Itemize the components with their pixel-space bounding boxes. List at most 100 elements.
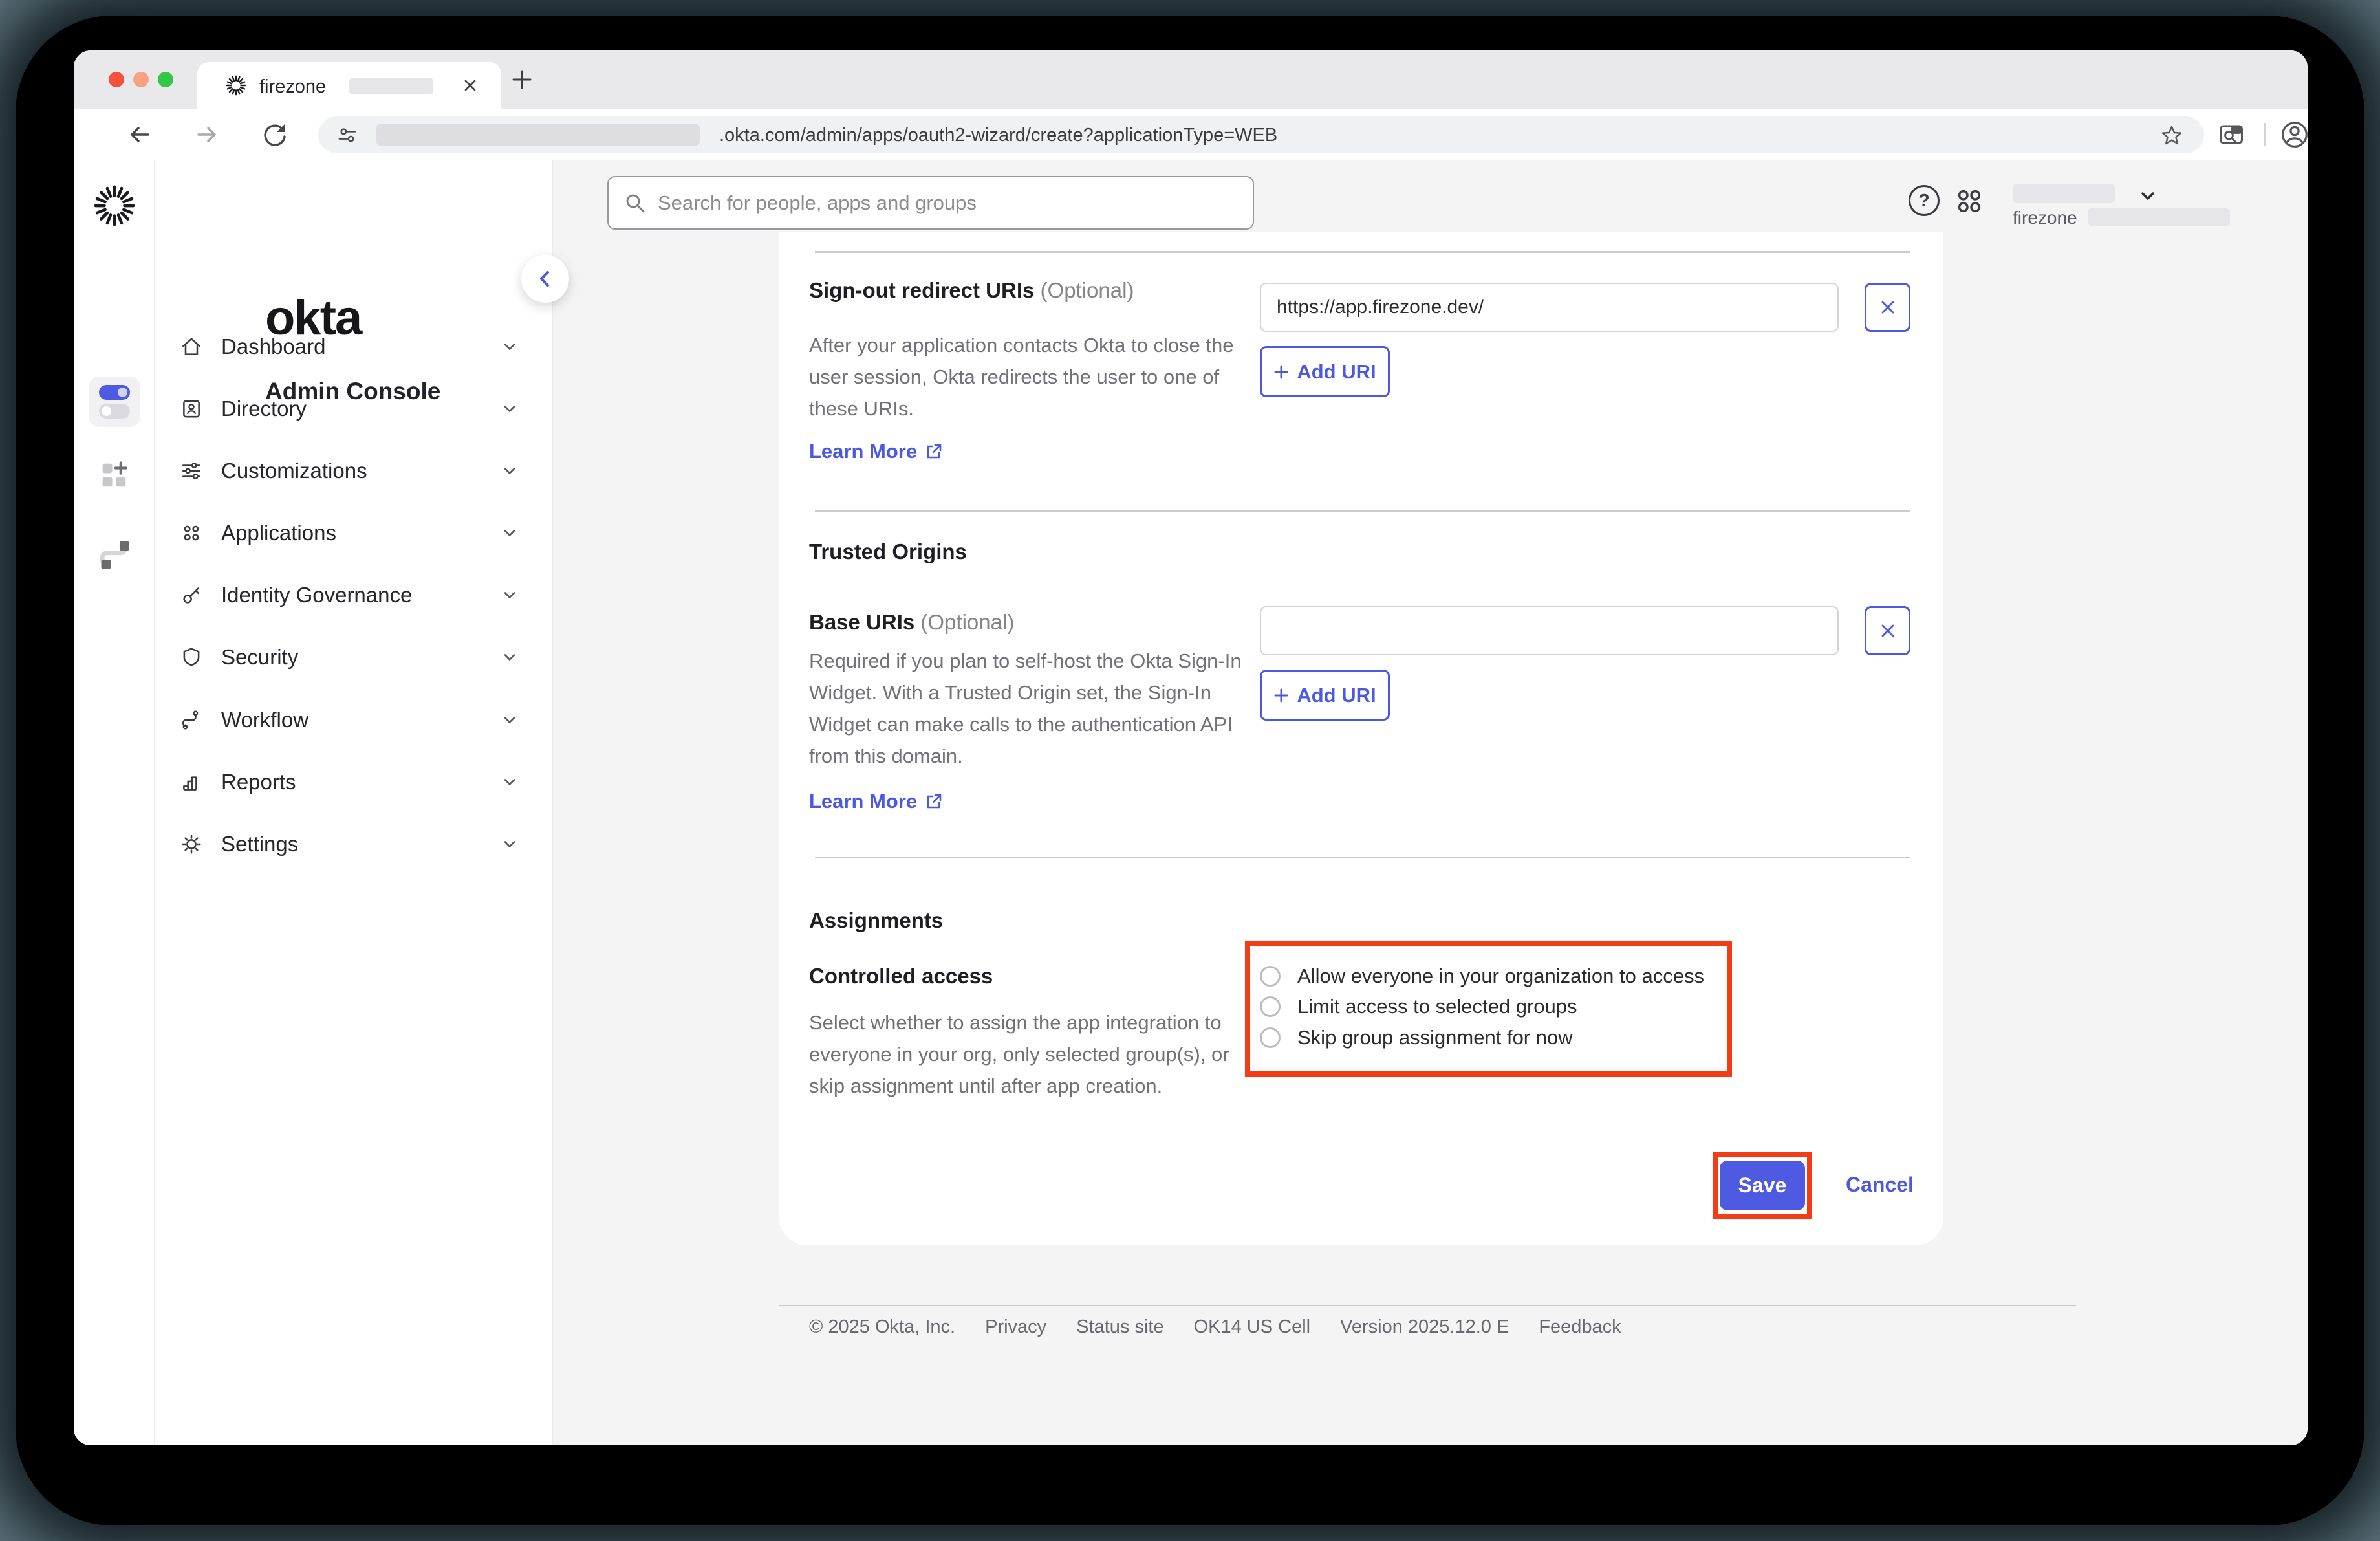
sidebar-item-label: Dashboard — [221, 334, 501, 359]
radio-option-skip-assignment[interactable]: Skip group assignment for now — [1260, 1025, 1573, 1050]
base-uri-remove-button[interactable] — [1865, 606, 1910, 655]
sidebar-item-applications[interactable]: Applications — [180, 514, 534, 552]
chevron-down-icon — [501, 835, 519, 853]
signout-uri-input[interactable] — [1260, 283, 1839, 332]
signout-uri-remove-button[interactable] — [1865, 283, 1910, 332]
app-settings-card: Sign-out redirect URIs (Optional) After … — [779, 232, 1943, 1245]
sidebar-item-label: Security — [221, 645, 501, 670]
sidebar-item-label: Workflow — [221, 708, 501, 732]
app-switch-rail — [74, 160, 155, 1445]
url-text: .okta.com/admin/apps/oauth2-wizard/creat… — [719, 125, 1277, 146]
footer-status-site-link[interactable]: Status site — [1076, 1317, 1163, 1338]
chevron-down-icon — [2138, 186, 2158, 206]
radio-icon[interactable] — [1260, 996, 1281, 1017]
toggle-off-icon — [99, 404, 130, 419]
footer-feedback-link[interactable]: Feedback — [1539, 1317, 1621, 1338]
sidebar-item-identity-governance[interactable]: Identity Governance — [180, 576, 534, 615]
help-icon: ? — [1909, 185, 1940, 216]
account-org-label: firezone — [2013, 208, 2077, 228]
radio-option-limit-groups[interactable]: Limit access to selected groups — [1260, 994, 1577, 1019]
rail-item-workflows-icon[interactable] — [98, 538, 131, 571]
toolbar-divider — [2264, 123, 2266, 146]
search-input[interactable] — [658, 191, 1214, 215]
sidebar-item-icon — [180, 708, 203, 732]
chevron-left-icon — [536, 269, 555, 289]
global-search[interactable] — [607, 176, 1254, 230]
plus-icon — [1273, 688, 1289, 703]
reload-icon[interactable] — [261, 122, 287, 148]
sidebar-item-directory[interactable]: Directory — [180, 389, 534, 428]
rail-item-admin-console-active[interactable] — [89, 377, 140, 427]
window-close-button[interactable] — [109, 72, 124, 87]
sidebar-item-icon — [180, 459, 203, 483]
base-uris-description: Required if you plan to self-host the Ok… — [809, 645, 1255, 772]
base-uri-input[interactable] — [1260, 606, 1839, 655]
assignments-heading: Assignments — [809, 908, 943, 933]
signout-learn-more-link[interactable]: Learn More — [809, 440, 943, 463]
external-link-icon — [925, 792, 943, 811]
browser-toolbar: .okta.com/admin/apps/oauth2-wizard/creat… — [74, 109, 2308, 160]
app-grid-icon[interactable] — [1954, 186, 1984, 216]
close-x-icon — [1879, 622, 1896, 639]
base-uris-label: Base URIs (Optional) — [809, 610, 1014, 635]
footer-cell-label: OK14 US Cell — [1194, 1317, 1311, 1338]
sidebar-item-icon — [180, 521, 203, 545]
controlled-access-description: Select whether to assign the app integra… — [809, 1007, 1236, 1102]
toggle-on-icon — [99, 385, 130, 400]
chevron-down-icon — [501, 524, 519, 542]
sidebar-item-icon — [180, 584, 203, 607]
radio-icon[interactable] — [1260, 1027, 1281, 1048]
sidebar-item-label: Applications — [221, 521, 501, 545]
trusted-add-uri-button[interactable]: Add URI — [1260, 670, 1390, 721]
trusted-origins-heading: Trusted Origins — [809, 540, 967, 564]
url-redacted — [376, 124, 700, 146]
forward-icon[interactable] — [194, 122, 220, 148]
sidebar-item-settings[interactable]: Settings — [180, 825, 534, 864]
back-icon[interactable] — [127, 122, 153, 148]
cancel-link[interactable]: Cancel — [1846, 1173, 1914, 1197]
signout-uris-label: Sign-out redirect URIs (Optional) — [809, 278, 1134, 303]
chevron-down-icon — [501, 462, 519, 480]
tab-close-icon[interactable] — [462, 78, 478, 93]
sidebar-item-workflow[interactable]: Workflow — [180, 701, 534, 739]
save-button[interactable]: Save — [1720, 1161, 1805, 1210]
help-button[interactable]: ? — [1909, 185, 1940, 216]
signout-uris-description: After your application contacts Okta to … — [809, 329, 1236, 424]
page-footer: © 2025 Okta, Inc. Privacy Status site OK… — [809, 1317, 1621, 1338]
footer-privacy-link[interactable]: Privacy — [985, 1317, 1046, 1338]
sidebar-item-reports[interactable]: Reports — [180, 763, 534, 802]
section-divider — [815, 510, 1910, 512]
browser-tab-strip: firezone — [74, 50, 2308, 109]
window-minimize-button[interactable] — [133, 72, 149, 87]
window-zoom-button[interactable] — [158, 72, 173, 87]
sidebar-item-label: Directory — [221, 397, 501, 421]
chevron-down-icon — [501, 400, 519, 418]
sidebar-item-customizations[interactable]: Customizations — [180, 452, 534, 490]
trusted-learn-more-link[interactable]: Learn More — [809, 790, 943, 813]
profile-icon[interactable] — [2280, 120, 2308, 149]
side-panel-search-icon[interactable] — [2218, 122, 2244, 148]
search-icon — [624, 192, 646, 214]
chevron-down-icon — [501, 711, 519, 729]
browser-tab[interactable]: firezone — [197, 62, 501, 109]
rail-item-apps-icon[interactable] — [100, 461, 129, 490]
sidebar-item-dashboard[interactable]: Dashboard — [180, 327, 534, 366]
radio-option-everyone[interactable]: Allow everyone in your organization to a… — [1260, 964, 1704, 989]
footer-divider — [779, 1305, 2076, 1306]
section-divider — [815, 251, 1910, 253]
tab-title-redacted — [349, 78, 433, 94]
sidebar-item-icon — [180, 833, 203, 856]
sidebar-collapse-button[interactable] — [521, 255, 569, 303]
account-domain-redacted — [2088, 208, 2230, 226]
signout-add-uri-button[interactable]: Add URI — [1260, 346, 1390, 397]
okta-favicon-spinner-icon — [226, 75, 246, 96]
sidebar-item-security[interactable]: Security — [180, 638, 534, 677]
sidebar-item-icon — [180, 646, 203, 669]
bookmark-star-icon[interactable] — [2161, 125, 2182, 146]
radio-icon[interactable] — [1260, 966, 1281, 987]
account-name-redacted — [2013, 184, 2115, 203]
sidebar-item-label: Settings — [221, 832, 501, 857]
new-tab-icon[interactable] — [511, 69, 533, 91]
url-bar[interactable]: .okta.com/admin/apps/oauth2-wizard/creat… — [318, 116, 2204, 153]
site-settings-icon[interactable] — [338, 126, 357, 145]
